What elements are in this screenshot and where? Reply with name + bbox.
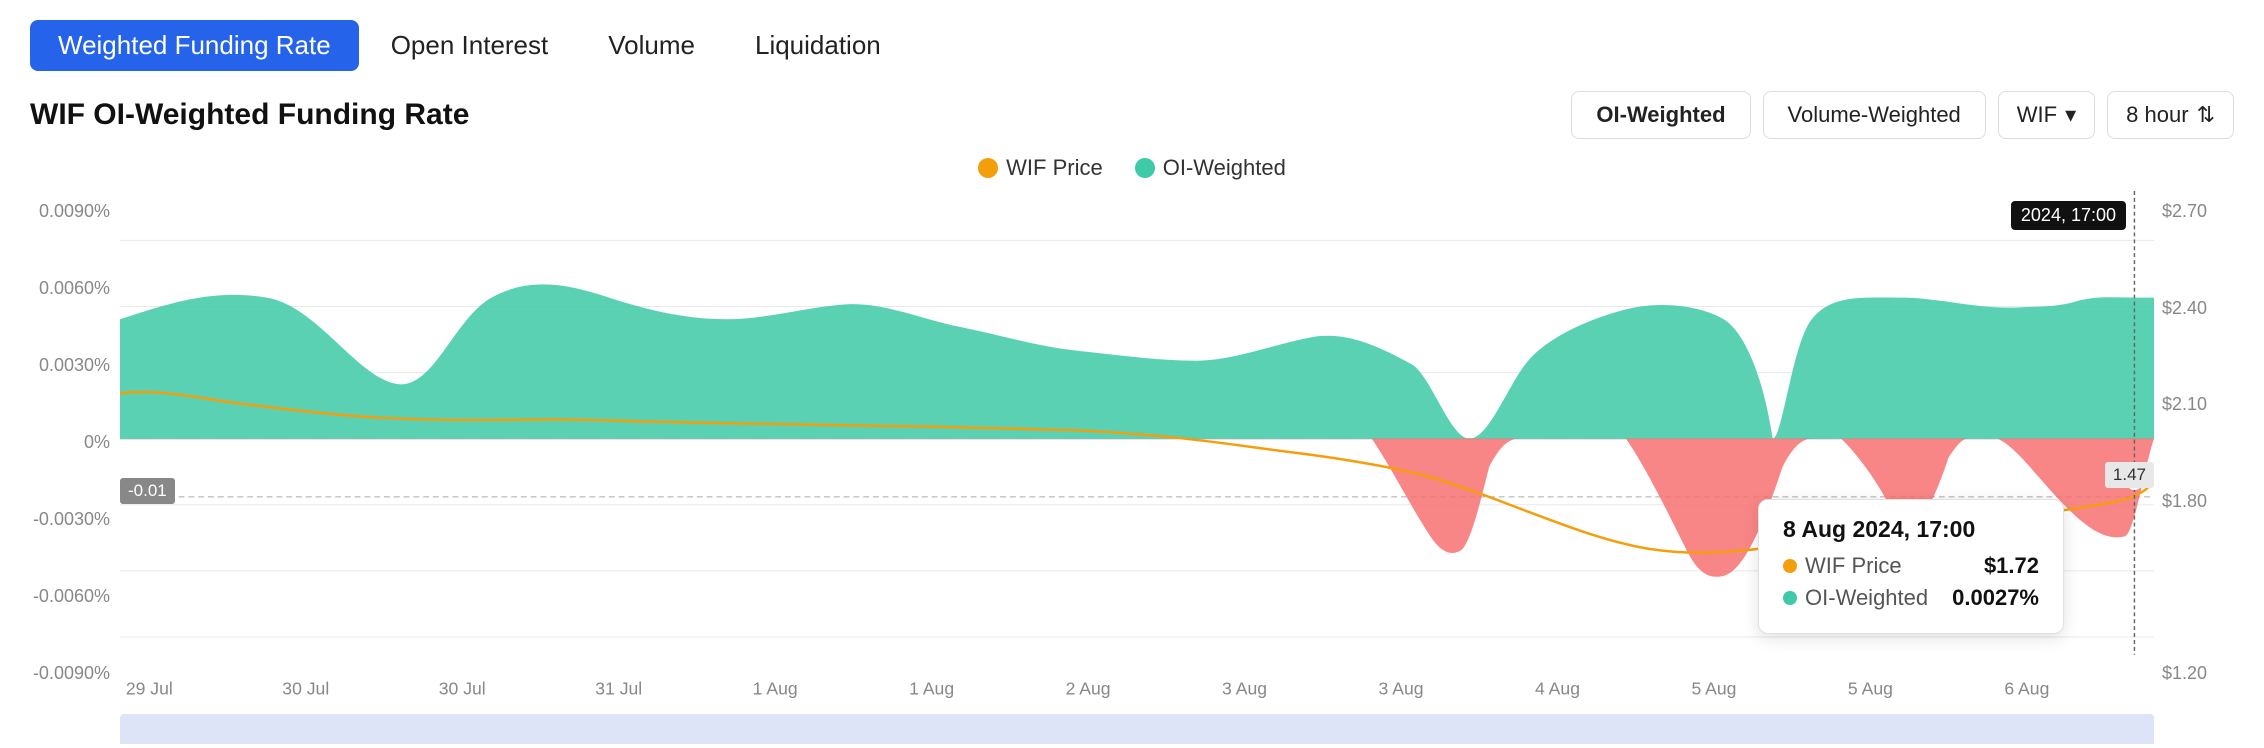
y-label-4: -0.0030% [30,509,120,530]
svg-text:5 Aug: 5 Aug [1691,678,1736,698]
y-right-5: $1.20 [2154,663,2234,684]
tooltip-oi-value: 0.0027% [1952,585,2039,611]
svg-text:31 Jul: 31 Jul [595,678,642,698]
y-right-2: $2.10 [2154,394,2234,415]
y-label-5: -0.0060% [30,586,120,607]
svg-text:2 Aug: 2 Aug [1066,678,1111,698]
tab-liquidation[interactable]: Liquidation [727,20,909,71]
tooltip: 8 Aug 2024, 17:00 WIF Price $1.72 OI-Wei… [1758,499,2064,634]
tooltip-date: 8 Aug 2024, 17:00 [1783,516,2039,543]
svg-text:4 Aug: 4 Aug [1535,678,1580,698]
y-label-6: -0.0090% [30,663,120,684]
up-down-icon: ⇅ [2197,102,2215,128]
symbol-select[interactable]: WIF ▾ [1998,91,2095,139]
y-label-0: 0.0090% [30,201,120,222]
svg-text:6 Aug: 6 Aug [2004,678,2049,698]
svg-text:30 Jul: 30 Jul [439,678,486,698]
chart-svg: 29 Jul 30 Jul 30 Jul 31 Jul 1 Aug 1 Aug … [120,191,2154,744]
y-right-3: $1.80 [2154,491,2234,512]
legend-oi-weighted: OI-Weighted [1135,155,1286,181]
controls: OI-Weighted Volume-Weighted WIF ▾ 8 hour… [1571,91,2234,139]
legend: WIF Price OI-Weighted [30,155,2234,181]
svg-text:5 Aug: 5 Aug [1848,678,1893,698]
tooltip-oi-row: OI-Weighted 0.0027% [1783,585,2039,611]
tooltip-wif-value: $1.72 [1984,553,2039,579]
chart-wrapper: 0.0090% 0.0060% 0.0030% 0% -0.0030% -0.0… [30,191,2234,744]
vline-label: 2024, 17:00 [2011,201,2126,230]
volume-weighted-button[interactable]: Volume-Weighted [1763,91,1986,139]
oi-weighted-button[interactable]: OI-Weighted [1571,91,1750,139]
svg-text:3 Aug: 3 Aug [1222,678,1267,698]
tooltip-wif-label: WIF Price [1783,553,1902,579]
svg-text:3 Aug: 3 Aug [1379,678,1424,698]
y-right-0: $2.70 [2154,201,2234,222]
wif-price-dot [1783,559,1797,573]
y-label-2: 0.0030% [30,355,120,376]
tooltip-oi-label: OI-Weighted [1783,585,1928,611]
tab-volume[interactable]: Volume [580,20,723,71]
chevron-down-icon: ▾ [2065,102,2076,128]
right-marker: 1.47 [2105,462,2154,488]
oi-weighted-dot [1783,591,1797,605]
svg-text:1 Aug: 1 Aug [909,678,954,698]
tab-open-interest[interactable]: Open Interest [363,20,577,71]
tab-weighted-funding-rate[interactable]: Weighted Funding Rate [30,20,359,71]
svg-text:30 Jul: 30 Jul [282,678,329,698]
left-marker: -0.01 [120,478,175,504]
header-row: WIF OI-Weighted Funding Rate OI-Weighted… [30,91,2234,139]
y-right-1: $2.40 [2154,298,2234,319]
interval-select[interactable]: 8 hour ⇅ [2107,91,2234,139]
svg-text:29 Jul: 29 Jul [126,678,173,698]
tab-bar: Weighted Funding Rate Open Interest Volu… [30,20,2234,71]
chart-title: WIF OI-Weighted Funding Rate [30,98,469,132]
y-label-1: 0.0060% [30,278,120,299]
y-axis-right: $2.70 $2.40 $2.10 $1.80 $1.20 [2154,191,2234,744]
y-axis-left: 0.0090% 0.0060% 0.0030% 0% -0.0030% -0.0… [30,191,120,744]
svg-text:1 Aug: 1 Aug [753,678,798,698]
chart-main[interactable]: -0.01 1.47 2024, 17:00 [120,191,2154,744]
y-label-3: 0% [30,432,120,453]
tooltip-wif-row: WIF Price $1.72 [1783,553,2039,579]
legend-wif-price: WIF Price [978,155,1103,181]
